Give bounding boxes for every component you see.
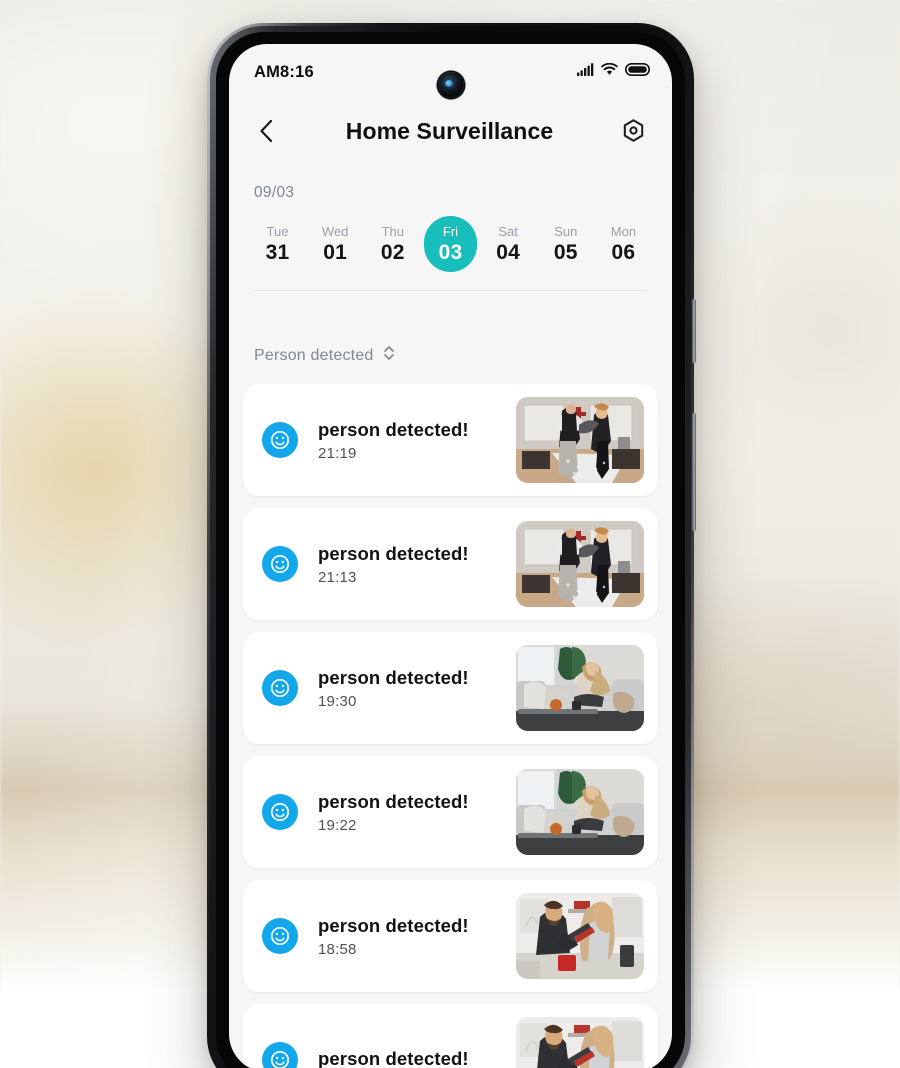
battery-icon [625, 63, 650, 81]
day-number-label: 01 [323, 241, 348, 264]
settings-button[interactable] [616, 114, 650, 148]
kitchen-couple-thumbnail [516, 893, 644, 979]
day-cell-sun-05[interactable]: Sun 05 [539, 216, 592, 272]
sort-updown-chevron-icon [383, 344, 395, 367]
wifi-icon [601, 62, 618, 81]
event-title: person detected! [318, 667, 469, 688]
status-bar-icons [577, 62, 650, 81]
day-cell-wed-01[interactable]: Wed 01 [309, 216, 362, 272]
day-of-week-label: Sat [498, 224, 518, 239]
event-card[interactable]: person detected! 19:30 [243, 632, 658, 744]
day-number-label: 03 [438, 241, 463, 264]
event-thumbnail[interactable] [516, 1017, 644, 1068]
smiley-face-icon [262, 1042, 298, 1068]
event-list[interactable]: person detected! 21:19 person detected! … [229, 384, 672, 1068]
event-thumbnail[interactable] [516, 521, 644, 607]
hexagon-settings-icon [623, 118, 643, 142]
smiley-face-icon [262, 670, 298, 706]
smiley-face-icon [262, 546, 298, 582]
event-card[interactable]: person detected! 18:58 [243, 880, 658, 992]
event-text: person detected! 18:58 [298, 914, 516, 958]
event-card[interactable]: person detected! 21:19 [243, 384, 658, 496]
back-button[interactable] [249, 114, 283, 148]
chevron-left-icon [259, 119, 272, 143]
event-thumbnail[interactable] [516, 769, 644, 855]
phone-device: AM8:16 Home Surveillance 09/03 Tue 31 We… [207, 23, 696, 1068]
bedroom-pillow-fight-thumbnail [516, 521, 644, 607]
bedroom-pillow-fight-thumbnail [516, 397, 644, 483]
day-number-label: 06 [611, 241, 636, 264]
event-thumbnail[interactable] [516, 893, 644, 979]
smiley-face-icon [262, 918, 298, 954]
event-text: person detected! 19:22 [298, 790, 516, 834]
event-text: person detected! [298, 1047, 516, 1068]
app-header: Home Surveillance [229, 100, 672, 162]
event-time: 19:22 [318, 817, 357, 834]
event-text: person detected! 21:13 [298, 542, 516, 586]
day-cell-thu-02[interactable]: Thu 02 [366, 216, 419, 272]
scene-background: AM8:16 Home Surveillance 09/03 Tue 31 We… [0, 0, 900, 1068]
event-thumbnail[interactable] [516, 397, 644, 483]
smiley-face-icon [262, 422, 298, 458]
month-label: 09/03 [254, 184, 295, 201]
day-cell-fri-03-selected[interactable]: Fri 03 [423, 216, 477, 272]
event-thumbnail[interactable] [516, 645, 644, 731]
event-title: person detected! [318, 543, 469, 564]
livingroom-sofa-thumbnail [516, 645, 644, 731]
event-time: 21:19 [318, 445, 357, 462]
event-title: person detected! [318, 915, 469, 936]
front-camera-icon [437, 72, 464, 98]
event-card[interactable]: person detected! 19:22 [243, 756, 658, 868]
status-bar-time: AM8:16 [254, 62, 314, 81]
event-title: person detected! [318, 791, 469, 812]
day-number-label: 31 [265, 241, 290, 264]
event-text: person detected! 21:19 [298, 418, 516, 462]
phone-screen: AM8:16 Home Surveillance 09/03 Tue 31 We… [229, 44, 672, 1068]
event-title: person detected! [318, 1047, 469, 1068]
day-of-week-label: Sun [554, 224, 578, 239]
day-of-week-label: Wed [321, 224, 349, 239]
volume-rocker-button[interactable] [692, 413, 696, 531]
day-number-label: 04 [496, 241, 520, 264]
day-of-week-label: Mon [610, 224, 637, 239]
smiley-face-icon [262, 794, 298, 830]
day-strip: Tue 31 Wed 01 Thu 02 Fri 03 Sat 04 Sun 0… [229, 202, 672, 272]
kitchen-couple-thumbnail [516, 1017, 644, 1068]
day-of-week-label: Fri [442, 224, 459, 239]
section-divider [254, 290, 647, 291]
event-card[interactable]: person detected! 21:13 [243, 508, 658, 620]
event-text: person detected! 19:30 [298, 666, 516, 710]
day-cell-tue-31[interactable]: Tue 31 [251, 216, 304, 272]
day-of-week-label: Thu [381, 224, 405, 239]
event-filter-dropdown[interactable]: Person detected [229, 344, 395, 367]
day-cell-sat-04[interactable]: Sat 04 [482, 216, 535, 272]
event-title: person detected! [318, 419, 469, 440]
signal-bars-icon [577, 63, 594, 81]
event-filter-label: Person detected [254, 346, 374, 364]
livingroom-sofa-thumbnail [516, 769, 644, 855]
event-card[interactable]: person detected! [243, 1004, 658, 1068]
date-picker: 09/03 Tue 31 Wed 01 Thu 02 Fri 03 Sat 04… [229, 162, 672, 291]
event-time: 19:30 [318, 693, 357, 710]
day-of-week-label: Tue [266, 224, 289, 239]
day-number-label: 05 [553, 241, 578, 264]
event-time: 18:58 [318, 941, 357, 958]
day-cell-mon-06[interactable]: Mon 06 [597, 216, 650, 272]
power-button[interactable] [692, 299, 696, 363]
event-time: 21:13 [318, 569, 357, 586]
day-number-label: 02 [380, 241, 405, 264]
page-title: Home Surveillance [345, 117, 554, 144]
